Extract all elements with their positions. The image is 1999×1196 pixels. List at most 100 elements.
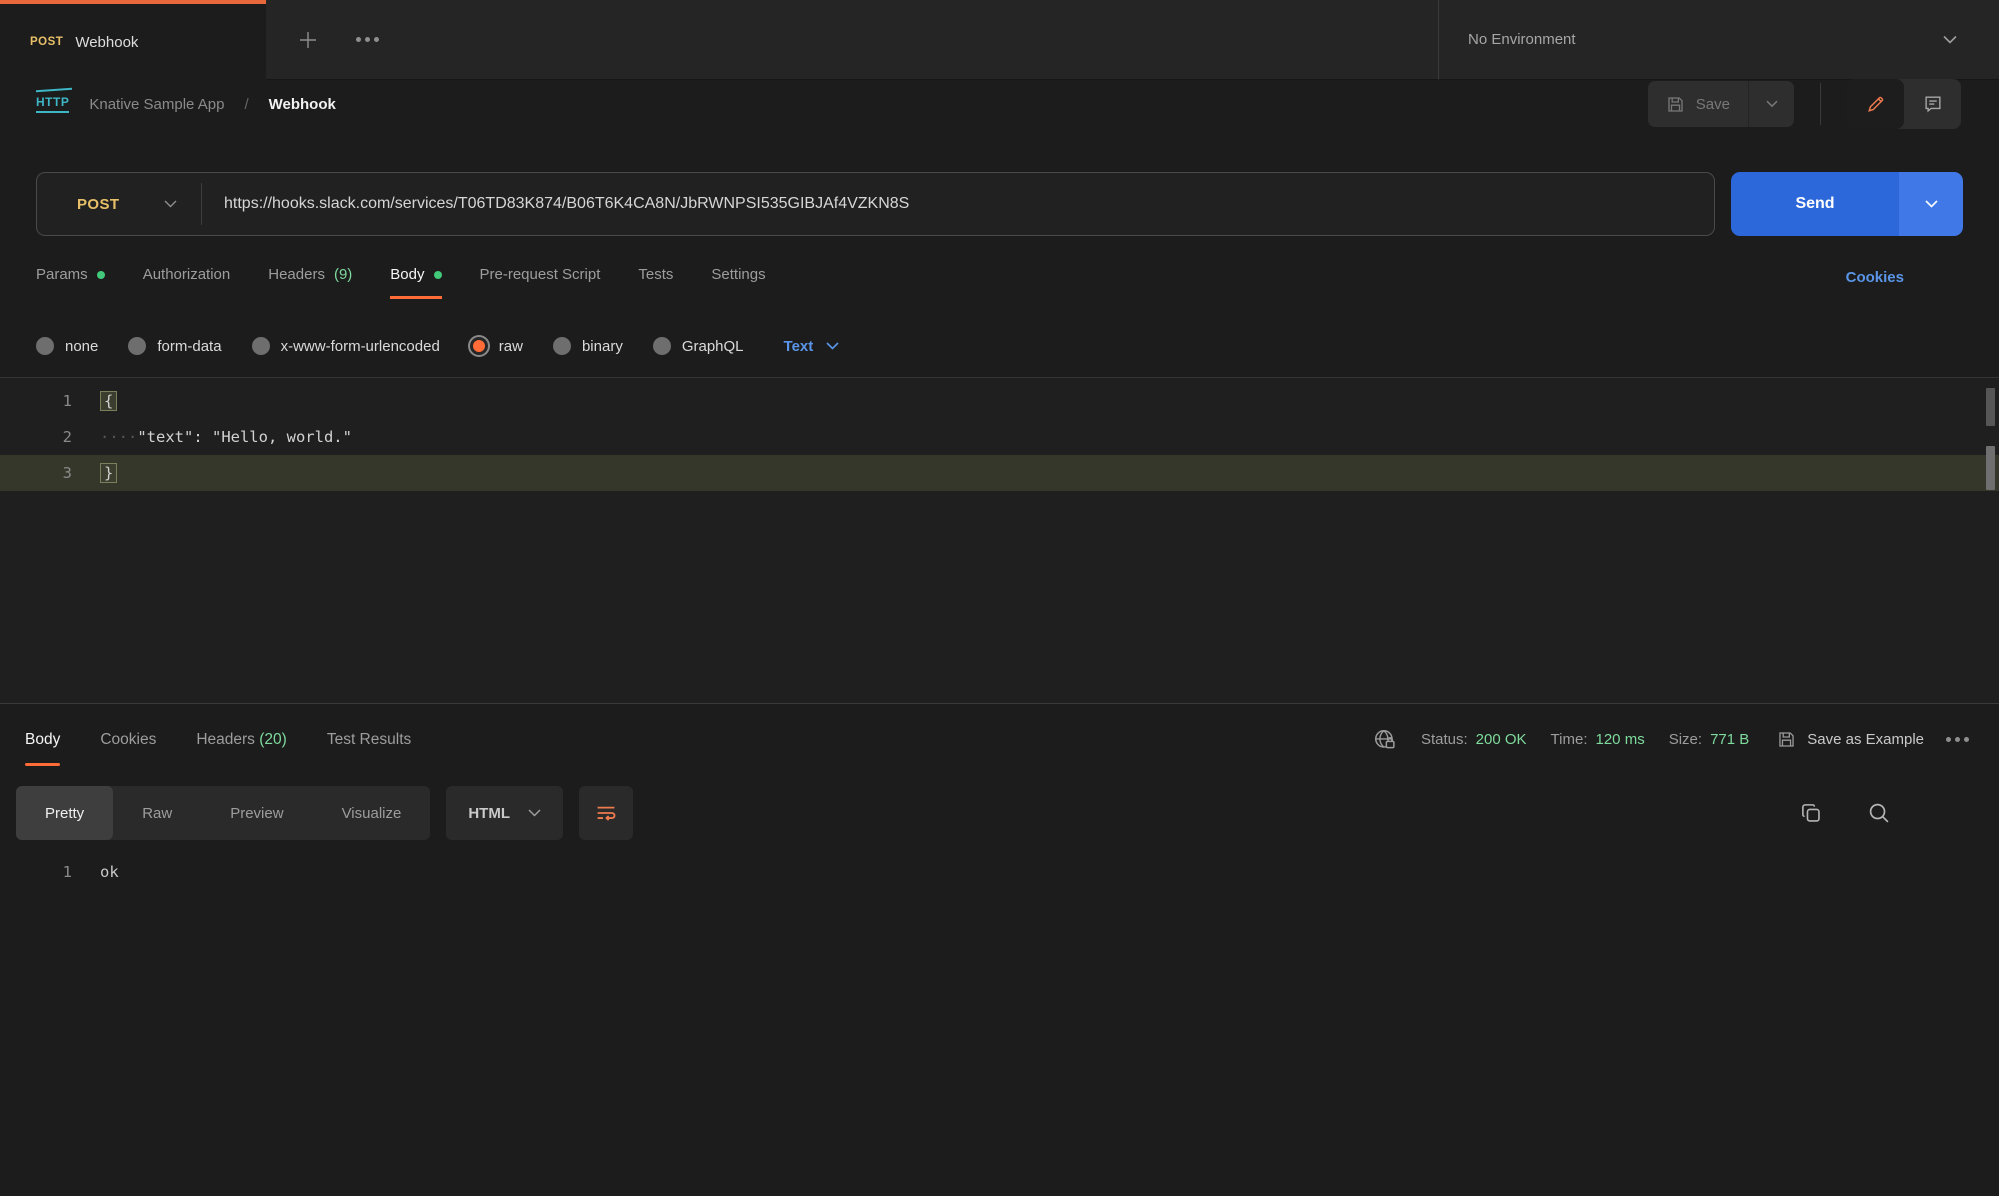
tab-label: Headers: [196, 731, 255, 748]
chevron-down-icon: [528, 809, 541, 817]
response-body-actions: [1800, 801, 1891, 825]
code-line: 2 ····"text": "Hello, world.": [0, 419, 1999, 455]
size-group: Size: 771 B: [1669, 731, 1750, 748]
mode-form-data[interactable]: form-data: [128, 337, 221, 355]
headers-count-badge: (9): [334, 266, 352, 283]
tab-params[interactable]: Params: [36, 266, 105, 299]
radio-icon: [553, 337, 571, 355]
response-body-viewer[interactable]: 1 ok: [0, 856, 1999, 888]
mode-x-www-form-urlencoded[interactable]: x-www-form-urlencoded: [252, 337, 440, 355]
search-icon[interactable]: [1867, 801, 1891, 825]
status-value: 200 OK: [1476, 731, 1527, 748]
tab-settings[interactable]: Settings: [711, 266, 765, 299]
line-number: 1: [0, 863, 72, 881]
url-input[interactable]: [202, 195, 1714, 213]
network-security-icon[interactable]: [1372, 727, 1397, 752]
tab-tests[interactable]: Tests: [638, 266, 673, 299]
body-mode-row: none form-data x-www-form-urlencoded raw…: [0, 337, 1999, 355]
headers-count-badge: (20): [259, 731, 287, 748]
send-options-button[interactable]: [1899, 172, 1963, 236]
code-line-active: 3 }: [0, 455, 1999, 491]
tab-method-label: POST: [30, 36, 63, 48]
code-line: 1 {: [0, 383, 1999, 419]
breadcrumb-collection[interactable]: Knative Sample App: [89, 96, 224, 113]
save-icon: [1777, 730, 1796, 749]
view-visualize[interactable]: Visualize: [313, 786, 431, 840]
request-tab[interactable]: POST Webhook: [0, 0, 266, 80]
line-number: 1: [0, 392, 72, 410]
http-request-icon: HTTP: [36, 95, 69, 113]
save-as-example-label: Save as Example: [1807, 731, 1924, 748]
mode-raw[interactable]: raw: [470, 337, 523, 355]
view-raw[interactable]: Raw: [113, 786, 201, 840]
method-select[interactable]: POST: [37, 196, 201, 213]
tab-label: Params: [36, 266, 88, 283]
chevron-down-icon: [826, 342, 839, 350]
radio-icon: [252, 337, 270, 355]
tab-label: Cookies: [100, 731, 156, 748]
brace-highlight: {: [100, 391, 117, 411]
breadcrumb: HTTP Knative Sample App / Webhook: [36, 95, 336, 113]
response-tab-test-results[interactable]: Test Results: [327, 705, 411, 775]
format-label: HTML: [468, 805, 510, 822]
breadcrumb-separator: /: [244, 96, 248, 113]
tab-headers[interactable]: Headers (9): [268, 266, 352, 299]
tab-label: Test Results: [327, 731, 411, 748]
body-language-select[interactable]: Text: [784, 338, 840, 355]
code-text: ····"text": "Hello, world.": [72, 428, 352, 446]
tab-label: Body: [25, 731, 60, 748]
response-options-icon[interactable]: [1946, 737, 1969, 742]
response-tab-cookies[interactable]: Cookies: [100, 705, 156, 775]
chevron-down-icon: [164, 200, 177, 208]
code-content: "text": "Hello, world.": [137, 428, 352, 446]
status-group: Status: 200 OK: [1421, 731, 1527, 748]
tab-body[interactable]: Body: [390, 266, 441, 299]
wrap-line-button[interactable]: [579, 786, 633, 840]
response-tabs: Body Cookies Headers (20) Test Results: [25, 705, 411, 775]
comment-icon: [1923, 94, 1943, 114]
save-options-button[interactable]: [1748, 81, 1794, 127]
documentation-comment-group: [1847, 79, 1961, 129]
url-bar: POST: [36, 172, 1715, 236]
save-button[interactable]: Save: [1648, 81, 1748, 127]
status-dot: [434, 271, 442, 279]
response-tab-body[interactable]: Body: [25, 705, 60, 775]
editor-scrollbar-thumb[interactable]: [1986, 388, 1995, 426]
response-tab-headers[interactable]: Headers (20): [196, 705, 286, 775]
save-button-group: Save: [1648, 81, 1794, 127]
line-number: 2: [0, 428, 72, 446]
response-format-select[interactable]: HTML: [446, 786, 563, 840]
mode-none[interactable]: none: [36, 337, 98, 355]
response-meta: Status: 200 OK Time: 120 ms Size: 771 B …: [1372, 727, 1969, 752]
chevron-down-icon: [1943, 35, 1957, 44]
tab-authorization[interactable]: Authorization: [143, 266, 231, 299]
tab-pre-request-script[interactable]: Pre-request Script: [480, 266, 601, 299]
comment-button[interactable]: [1904, 79, 1961, 129]
tab-options-icon[interactable]: [356, 37, 379, 42]
radio-icon: [653, 337, 671, 355]
new-tab-button[interactable]: [296, 28, 320, 52]
save-as-example-button[interactable]: Save as Example: [1777, 730, 1924, 749]
tab-label: Body: [390, 266, 424, 283]
environment-selector[interactable]: No Environment: [1438, 0, 1999, 80]
mode-label: form-data: [157, 338, 221, 355]
header-actions: Save: [1648, 79, 1961, 129]
view-preview[interactable]: Preview: [201, 786, 312, 840]
url-row: POST Send: [0, 172, 1999, 236]
request-tabs: Params Authorization Headers (9) Body Pr…: [0, 266, 1999, 299]
copy-icon[interactable]: [1800, 802, 1823, 825]
request-body-editor[interactable]: 1 { 2 ····"text": "Hello, world." 3 }: [0, 377, 1999, 703]
mode-binary[interactable]: binary: [553, 337, 623, 355]
status-label: Status:: [1421, 731, 1468, 748]
time-value: 120 ms: [1596, 731, 1645, 748]
size-label: Size:: [1669, 731, 1702, 748]
mode-graphql[interactable]: GraphQL: [653, 337, 744, 355]
cookies-link[interactable]: Cookies: [1846, 269, 1904, 299]
edit-documentation-button[interactable]: [1847, 79, 1904, 129]
breadcrumb-request-name[interactable]: Webhook: [269, 96, 336, 113]
response-line: 1 ok: [0, 856, 1999, 888]
editor-scrollbar-marker[interactable]: [1986, 446, 1995, 490]
divider: [1820, 83, 1821, 125]
send-button[interactable]: Send: [1731, 172, 1899, 236]
view-pretty[interactable]: Pretty: [16, 786, 113, 840]
